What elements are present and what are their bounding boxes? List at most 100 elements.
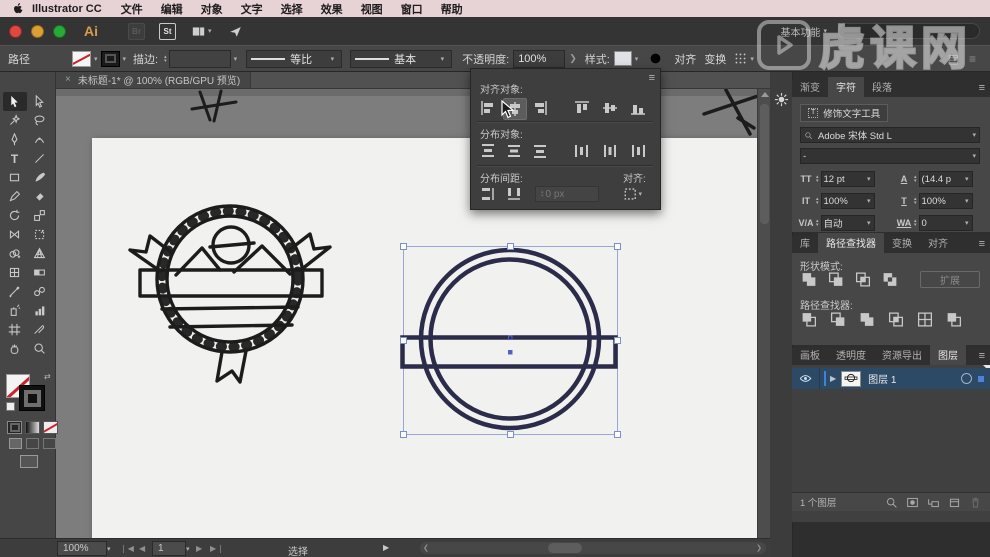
new-layer-icon[interactable]: [948, 496, 961, 509]
eyedropper-tool[interactable]: [3, 282, 27, 301]
align-menu-button[interactable]: 对齐: [674, 51, 696, 67]
menu-file[interactable]: 文件: [112, 1, 152, 17]
control-panel-menu-icon[interactable]: ▤: [948, 53, 959, 65]
vertical-scale-control[interactable]: IT ▴ ▾ 100% ▾: [798, 193, 875, 209]
trim-button[interactable]: [827, 311, 849, 328]
window-minimize-button[interactable]: [31, 24, 44, 38]
gradient-tool[interactable]: [28, 263, 52, 282]
last-artboard-button[interactable]: ▶❘: [210, 544, 225, 553]
brush-select[interactable]: 基本 ▾: [350, 49, 453, 68]
panel-menu-icon[interactable]: ≡: [979, 238, 985, 250]
badge-sketch-artwork[interactable]: [118, 191, 343, 391]
fill-swatch[interactable]: [72, 50, 91, 67]
menu-object[interactable]: 对象: [192, 1, 232, 17]
pencil-tool[interactable]: [3, 187, 27, 206]
chevron-down-icon[interactable]: ▾: [635, 55, 639, 63]
stock-button[interactable]: St: [159, 22, 176, 40]
free-transform-tool[interactable]: [28, 225, 52, 244]
stroke-color-swatch[interactable]: [19, 385, 45, 411]
tab-align[interactable]: 对齐: [920, 233, 956, 253]
crop-button[interactable]: [885, 311, 907, 328]
first-artboard-button[interactable]: ❘◀: [120, 544, 135, 553]
scroll-up-arrow-icon[interactable]: [760, 92, 769, 97]
gradient-button[interactable]: [25, 421, 40, 434]
tab-layers[interactable]: 图层: [930, 345, 966, 365]
distribute-right-button[interactable]: [627, 141, 649, 161]
tracking-control[interactable]: WA ▴ ▾ 0 ▾: [896, 215, 973, 231]
selected-circle-artwork[interactable]: [400, 243, 622, 439]
vertical-distribute-space-button[interactable]: [477, 184, 499, 204]
shape-builder-tool[interactable]: [3, 244, 27, 263]
direct-selection-tool[interactable]: [28, 92, 52, 111]
menu-type[interactable]: 文字: [232, 1, 272, 17]
tab-character[interactable]: 字符: [828, 77, 864, 97]
distribute-vertical-center-button[interactable]: [503, 141, 525, 161]
tab-asset-export[interactable]: 资源导出: [874, 345, 930, 365]
menu-help[interactable]: 帮助: [432, 1, 472, 17]
apple-icon[interactable]: [12, 2, 24, 15]
horizontal-distribute-space-button[interactable]: [503, 184, 525, 204]
intersect-button[interactable]: [852, 271, 874, 288]
spacing-value-field[interactable]: ▴ ▾ 0 px: [535, 186, 599, 202]
style-swatch[interactable]: [613, 51, 632, 66]
status-flyout-arrow[interactable]: ▶: [383, 543, 389, 552]
menu-select[interactable]: 选择: [272, 1, 312, 17]
touch-type-tool-button[interactable]: T 修饰文字工具: [800, 104, 889, 122]
scroll-left-arrow-icon[interactable]: ❮: [423, 544, 430, 552]
font-style-select[interactable]: - ▾: [800, 148, 980, 164]
rotate-tool[interactable]: [3, 206, 27, 225]
horizontal-scrollbar-thumb[interactable]: [548, 543, 582, 553]
layer-thumbnail[interactable]: [841, 370, 862, 387]
opacity-flyout-arrow[interactable]: ❯: [569, 53, 577, 64]
width-profile-select[interactable]: 等比 ▾: [246, 49, 343, 68]
next-artboard-button[interactable]: ▶: [196, 544, 203, 553]
font-family-select[interactable]: Adobe 宋体 Std L ▾: [800, 127, 980, 143]
expand-layer-arrow[interactable]: ▶: [830, 374, 836, 383]
menu-app-name[interactable]: Illustrator CC: [32, 3, 102, 15]
mesh-tool[interactable]: [3, 263, 27, 282]
delete-layer-icon[interactable]: [969, 496, 982, 509]
hamburger-menu-icon[interactable]: ≡: [969, 53, 976, 65]
scroll-right-arrow-icon[interactable]: ❯: [756, 544, 763, 552]
layer-row[interactable]: ▶ 图层 1: [792, 368, 990, 389]
distribute-top-button[interactable]: [477, 141, 499, 161]
swap-fill-stroke-icon[interactable]: ⇄: [44, 372, 51, 381]
tab-transparency[interactable]: 透明度: [828, 345, 874, 365]
eraser-tool[interactable]: [28, 187, 52, 206]
menu-window[interactable]: 窗口: [392, 1, 432, 17]
document-tab[interactable]: × 未标题-1* @ 100% (RGB/GPU 预览): [55, 70, 252, 88]
clipping-mask-icon[interactable]: [906, 496, 919, 509]
distribute-bottom-button[interactable]: [529, 141, 551, 161]
collapsed-panel-icon[interactable]: [774, 92, 789, 107]
window-zoom-button[interactable]: [53, 24, 66, 38]
menu-view[interactable]: 视图: [352, 1, 392, 17]
stroke-weight-field[interactable]: [168, 49, 231, 68]
none-button[interactable]: [43, 421, 58, 434]
color-button[interactable]: [7, 421, 22, 434]
arrange-documents-icon[interactable]: [192, 25, 205, 38]
vertical-scrollbar-thumb[interactable]: [760, 104, 769, 224]
distribute-left-button[interactable]: [571, 141, 593, 161]
tab-pathfinder[interactable]: 路径查找器: [818, 233, 884, 253]
new-sublayer-icon[interactable]: [927, 496, 940, 509]
layer-selection-square[interactable]: [978, 375, 984, 382]
vertical-scrollbar[interactable]: [757, 88, 771, 538]
stock-search-input[interactable]: [838, 23, 980, 39]
draw-inside-button[interactable]: [43, 438, 56, 449]
zoom-tool[interactable]: [28, 339, 52, 358]
align-vertical-center-button[interactable]: [599, 98, 621, 118]
width-tool[interactable]: [3, 225, 27, 244]
outline-button[interactable]: [914, 311, 936, 328]
stroke-weight-stepper[interactable]: ▴ ▾: [164, 54, 167, 63]
layer-name[interactable]: 图层 1: [868, 371, 961, 386]
slice-tool[interactable]: [28, 320, 52, 339]
curvature-tool[interactable]: [28, 130, 52, 149]
visibility-eye-icon[interactable]: [799, 372, 812, 385]
close-tab-icon[interactable]: ×: [65, 74, 71, 85]
zoom-dropdown-icon[interactable]: ▾: [107, 545, 111, 553]
transform-menu-button[interactable]: 变换: [704, 51, 726, 67]
tab-libraries[interactable]: 库: [792, 233, 818, 253]
magic-wand-tool[interactable]: [3, 111, 27, 130]
kerning-control[interactable]: V/A ▴ ▾ 自动 ▾: [798, 215, 875, 231]
panel-menu-icon[interactable]: ≡: [649, 72, 655, 84]
